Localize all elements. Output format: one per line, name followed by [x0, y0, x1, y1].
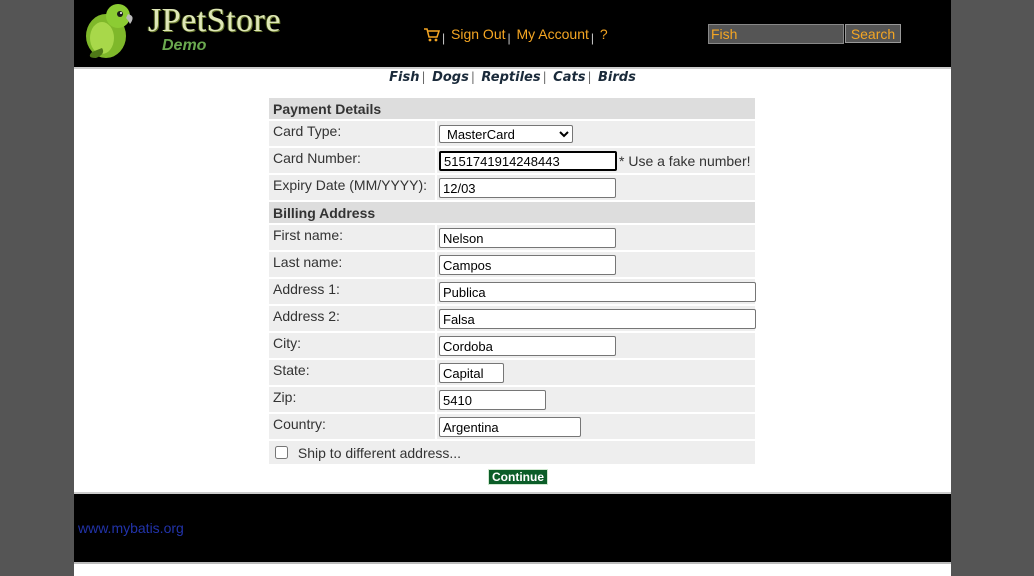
last-name-row: Last name:: [269, 252, 755, 277]
quicklink-dogs[interactable]: Dogs: [432, 70, 469, 85]
country-label: Country:: [269, 414, 435, 439]
address1-label: Address 1:: [269, 279, 435, 304]
quick-links: Fish | Dogs | Reptiles | Cats | Birds: [389, 70, 636, 85]
quicklink-birds[interactable]: Birds: [598, 70, 636, 85]
menu-separator: |: [442, 31, 446, 45]
expiry-label: Expiry Date (MM/YYYY):: [269, 175, 435, 200]
quicklink-reptiles[interactable]: Reptiles: [481, 70, 540, 85]
country-field[interactable]: [439, 417, 581, 437]
ship-different-label: Ship to different address...: [297, 445, 462, 461]
country-row: Country:: [269, 414, 755, 439]
menu-separator: |: [590, 31, 595, 45]
state-label: State:: [269, 360, 435, 385]
state-row: State:: [269, 360, 755, 385]
parrot-logo-icon: [86, 4, 133, 58]
logo[interactable]: JPetStore Demo: [82, 2, 302, 62]
help-link[interactable]: ?: [600, 26, 608, 42]
quicklink-fish[interactable]: Fish: [389, 70, 419, 85]
search-input[interactable]: [708, 24, 844, 44]
card-number-field[interactable]: [439, 151, 617, 171]
header-divider: [74, 67, 951, 69]
sign-out-link[interactable]: Sign Out: [451, 26, 505, 42]
state-field[interactable]: [439, 363, 504, 383]
my-account-link[interactable]: My Account: [517, 26, 589, 42]
city-row: City:: [269, 333, 755, 358]
zip-label: Zip:: [269, 387, 435, 412]
continue-button[interactable]: Continue: [488, 469, 548, 485]
menu-separator: |: [507, 31, 511, 45]
mybatis-link[interactable]: www.mybatis.org: [78, 520, 184, 536]
card-number-row: Card Number: * Use a fake number!: [269, 148, 755, 173]
expiry-row: Expiry Date (MM/YYYY):: [269, 175, 755, 200]
bottom-divider: [74, 562, 951, 564]
last-name-field[interactable]: [439, 255, 616, 275]
header: JPetStore Demo | Sign Out | My Account | ?…: [74, 0, 951, 67]
search-button[interactable]: Search: [845, 24, 901, 43]
first-name-field[interactable]: [439, 228, 616, 248]
card-number-label: Card Number:: [269, 148, 435, 173]
card-type-row: Card Type: MasterCard: [269, 121, 755, 146]
logo-title: JPetStore: [148, 2, 281, 39]
quicklink-cats[interactable]: Cats: [553, 70, 585, 85]
city-label: City:: [269, 333, 435, 358]
logo-subtitle: Demo: [162, 37, 207, 54]
address2-label: Address 2:: [269, 306, 435, 331]
billing-address-header: Billing Address: [269, 202, 755, 223]
zip-row: Zip:: [269, 387, 755, 412]
page-container: JPetStore Demo | Sign Out | My Account | ?…: [74, 0, 951, 576]
expiry-field[interactable]: [439, 178, 616, 198]
card-type-label: Card Type:: [269, 121, 435, 146]
first-name-label: First name:: [269, 225, 435, 250]
card-type-select[interactable]: MasterCard: [439, 125, 573, 143]
payment-details-header: Payment Details: [269, 98, 755, 119]
first-name-row: First name:: [269, 225, 755, 250]
payment-form: Payment Details Card Type: MasterCard Ca…: [269, 98, 756, 464]
address2-row: Address 2:: [269, 306, 756, 331]
address1-field[interactable]: [439, 282, 756, 302]
address1-row: Address 1:: [269, 279, 756, 304]
zip-field[interactable]: [439, 390, 546, 410]
header-menu: | Sign Out | My Account | ?: [424, 25, 608, 45]
last-name-label: Last name:: [269, 252, 435, 277]
card-number-note: * Use a fake number!: [619, 153, 751, 169]
city-field[interactable]: [439, 336, 616, 356]
address2-field[interactable]: [439, 309, 756, 329]
cart-icon[interactable]: [424, 28, 441, 42]
ship-different-row: Ship to different address...: [269, 441, 755, 464]
ship-different-checkbox[interactable]: [275, 446, 288, 459]
footer: www.mybatis.org: [74, 494, 951, 562]
